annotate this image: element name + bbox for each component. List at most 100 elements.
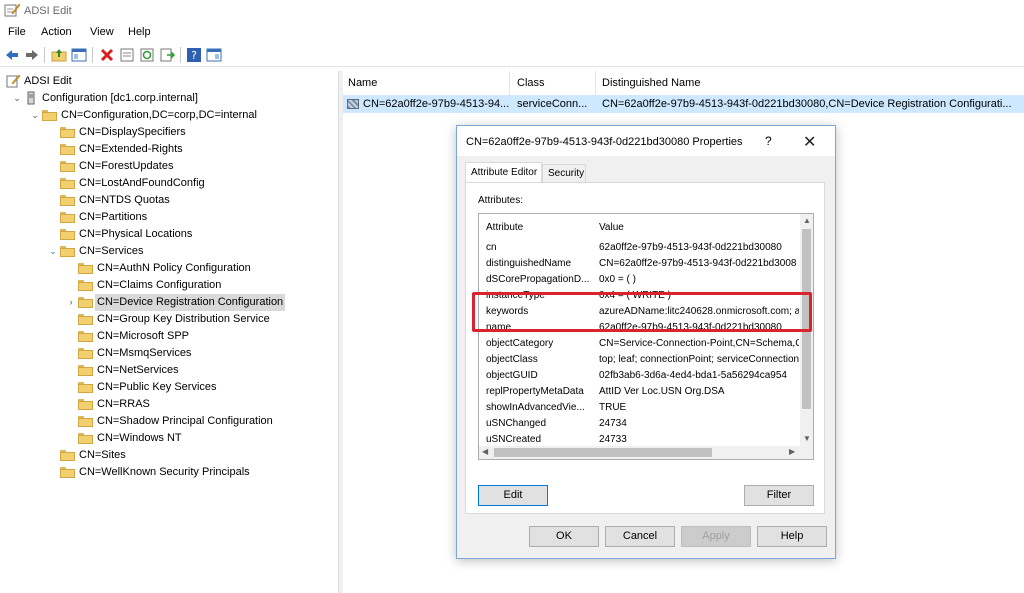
tree-item[interactable]: CN=Physical Locations bbox=[0, 226, 337, 243]
attribute-row[interactable]: objectClass top; leaf; connectionPoint; s… bbox=[479, 352, 800, 368]
forward-icon[interactable] bbox=[24, 47, 40, 63]
folder-icon bbox=[60, 144, 75, 155]
tree-item[interactable]: CN=NTDS Quotas bbox=[0, 192, 337, 209]
tree-item-services[interactable]: ⌄ CN=Services bbox=[0, 243, 337, 260]
attribute-name: uSNCreated bbox=[486, 434, 542, 445]
tree-item[interactable]: CN=RRAS bbox=[0, 396, 337, 413]
dialog-title-bar[interactable]: CN=62a0ff2e-97b9-4513-943f-0d221bd30080 … bbox=[457, 126, 835, 156]
tab-attribute-editor[interactable]: Attribute Editor bbox=[465, 162, 542, 183]
tree-item-label: CN=LostAndFoundConfig bbox=[79, 177, 205, 189]
tree-item[interactable]: CN=DisplaySpecifiers bbox=[0, 124, 337, 141]
horizontal-scroll-thumb[interactable] bbox=[494, 448, 712, 457]
edit-button[interactable]: Edit bbox=[478, 485, 548, 506]
tree-item-label: Configuration [dc1.corp.internal] bbox=[42, 92, 198, 104]
refresh-icon[interactable] bbox=[139, 47, 155, 63]
tree-item[interactable]: CN=Extended-Rights bbox=[0, 141, 337, 158]
tree-item-label: CN=Physical Locations bbox=[79, 228, 193, 240]
tree-item[interactable]: CN=AuthN Policy Configuration bbox=[0, 260, 337, 277]
attribute-value: top; leaf; connectionPoint; serviceConne… bbox=[599, 354, 799, 365]
attribute-row[interactable]: objectCategory CN=Service-Connection-Poin… bbox=[479, 336, 800, 352]
adsi-edit-app-icon bbox=[4, 3, 20, 17]
horizontal-scrollbar[interactable]: ◀ ▶ bbox=[479, 446, 813, 459]
tree-item-configuration-connection[interactable]: ⌄ Configuration [dc1.corp.internal] bbox=[0, 90, 337, 107]
vertical-scrollbar[interactable]: ▲ ▼ bbox=[800, 214, 813, 447]
collapse-chevron-icon[interactable]: ⌄ bbox=[48, 243, 58, 260]
tab-security[interactable]: Security bbox=[542, 164, 586, 183]
tree-item-label: CN=Device Registration Configuration bbox=[95, 294, 286, 311]
menu-action[interactable]: Action bbox=[41, 26, 72, 38]
attribute-row[interactable]: objectGUID 02fb3ab6-3d6a-4ed4-bda1-5a5629… bbox=[479, 368, 800, 384]
menu-file[interactable]: File bbox=[8, 26, 26, 38]
tree-item[interactable]: CN=LostAndFoundConfig bbox=[0, 175, 337, 192]
filter-button[interactable]: Filter bbox=[744, 485, 814, 506]
back-icon[interactable] bbox=[4, 47, 20, 63]
export-list-icon[interactable] bbox=[159, 47, 175, 63]
attribute-row[interactable]: name 62a0ff2e-97b9-4513-943f-0d221bd30080 bbox=[479, 320, 800, 336]
attribute-row[interactable]: showInAdvancedVie... TRUE bbox=[479, 400, 800, 416]
attribute-row[interactable]: instanceType 0x4 = ( WRITE ) bbox=[479, 288, 800, 304]
collapse-chevron-icon[interactable]: ⌄ bbox=[12, 90, 22, 107]
column-divider[interactable] bbox=[595, 71, 596, 95]
tree-item[interactable]: CN=ForestUpdates bbox=[0, 158, 337, 175]
window-title: ADSI Edit bbox=[24, 5, 72, 17]
tree-item[interactable]: CN=Shadow Principal Configuration bbox=[0, 413, 337, 430]
cancel-button[interactable]: Cancel bbox=[605, 526, 675, 547]
folder-icon bbox=[78, 433, 93, 444]
tree-item-configuration-nc[interactable]: ⌄ CN=Configuration,DC=corp,DC=internal bbox=[0, 107, 337, 124]
vertical-scroll-thumb[interactable] bbox=[802, 229, 811, 409]
tree-item[interactable]: CN=Claims Configuration bbox=[0, 277, 337, 294]
scroll-left-arrow-icon[interactable]: ◀ bbox=[482, 447, 488, 457]
tree-item[interactable]: CN=MsmqServices bbox=[0, 345, 337, 362]
column-name[interactable]: Name bbox=[348, 77, 377, 89]
scroll-down-arrow-icon[interactable]: ▼ bbox=[803, 434, 811, 444]
dialog-close-icon[interactable]: ✕ bbox=[803, 132, 816, 152]
expand-chevron-icon[interactable]: › bbox=[66, 294, 76, 311]
tree-item-adsi-edit[interactable]: ADSI Edit bbox=[0, 73, 337, 90]
list-row[interactable]: CN=62a0ff2e-97b9-4513-94... serviceConn.… bbox=[343, 95, 1024, 113]
menu-help[interactable]: Help bbox=[128, 26, 151, 38]
tree-item[interactable]: CN=Sites bbox=[0, 447, 337, 464]
attribute-row[interactable]: keywords azureADName:litc240628.onmicroso… bbox=[479, 304, 800, 320]
tree-item[interactable]: CN=Partitions bbox=[0, 209, 337, 226]
list-header: Name Class Distinguished Name bbox=[343, 71, 1024, 96]
apply-button[interactable]: Apply bbox=[681, 526, 751, 547]
attribute-row[interactable]: cn 62a0ff2e-97b9-4513-943f-0d221bd30080 bbox=[479, 240, 800, 256]
tree-item-device-registration[interactable]: › CN=Device Registration Configuration bbox=[0, 294, 337, 311]
properties-icon[interactable] bbox=[119, 47, 135, 63]
value-column-header[interactable]: Value bbox=[599, 222, 624, 233]
help-icon[interactable]: ? bbox=[186, 47, 202, 63]
column-distinguished-name[interactable]: Distinguished Name bbox=[602, 77, 700, 89]
scroll-right-arrow-icon[interactable]: ▶ bbox=[789, 447, 795, 457]
tree-item[interactable]: CN=Public Key Services bbox=[0, 379, 337, 396]
tree-item[interactable]: CN=WellKnown Security Principals bbox=[0, 464, 337, 481]
attribute-row[interactable]: replPropertyMetaData AttID Ver Loc.USN Or… bbox=[479, 384, 800, 400]
tree-item-label: CN=Services bbox=[79, 245, 144, 257]
delete-icon[interactable] bbox=[99, 47, 115, 63]
ok-button[interactable]: OK bbox=[529, 526, 599, 547]
attribute-row[interactable]: dSCorePropagationD... 0x0 = ( ) bbox=[479, 272, 800, 288]
tree-item[interactable]: CN=NetServices bbox=[0, 362, 337, 379]
column-divider[interactable] bbox=[509, 71, 510, 95]
help-button[interactable]: Help bbox=[757, 526, 827, 547]
attribute-value: TRUE bbox=[599, 402, 627, 413]
console-tree[interactable]: ADSI Edit ⌄ Configuration [dc1.corp.intern… bbox=[0, 71, 337, 593]
folder-icon bbox=[78, 263, 93, 274]
attribute-row[interactable]: distinguishedName CN=62a0ff2e-97b9-4513-9… bbox=[479, 256, 800, 272]
tree-item[interactable]: CN=Microsoft SPP bbox=[0, 328, 337, 345]
attribute-row[interactable]: uSNChanged 24734 bbox=[479, 416, 800, 432]
attribute-name: instanceType bbox=[486, 290, 545, 301]
title-bar: ADSI Edit bbox=[0, 0, 1024, 22]
up-folder-icon[interactable] bbox=[51, 47, 67, 63]
tree-item[interactable]: CN=Group Key Distribution Service bbox=[0, 311, 337, 328]
show-hide-action-pane-icon[interactable] bbox=[206, 47, 222, 63]
show-hide-tree-icon[interactable] bbox=[71, 47, 87, 63]
column-class[interactable]: Class bbox=[517, 77, 545, 89]
menu-view[interactable]: View bbox=[90, 26, 114, 38]
scroll-up-arrow-icon[interactable]: ▲ bbox=[803, 216, 811, 226]
attribute-column-header[interactable]: Attribute bbox=[486, 222, 523, 233]
attributes-list[interactable]: Attribute Value cn 62a0ff2e-97b9-4513-943… bbox=[478, 213, 814, 460]
collapse-chevron-icon[interactable]: ⌄ bbox=[30, 107, 40, 124]
dialog-help-icon[interactable]: ? bbox=[765, 134, 772, 148]
tree-item[interactable]: CN=Windows NT bbox=[0, 430, 337, 447]
tree-item-label: CN=Claims Configuration bbox=[97, 279, 222, 291]
